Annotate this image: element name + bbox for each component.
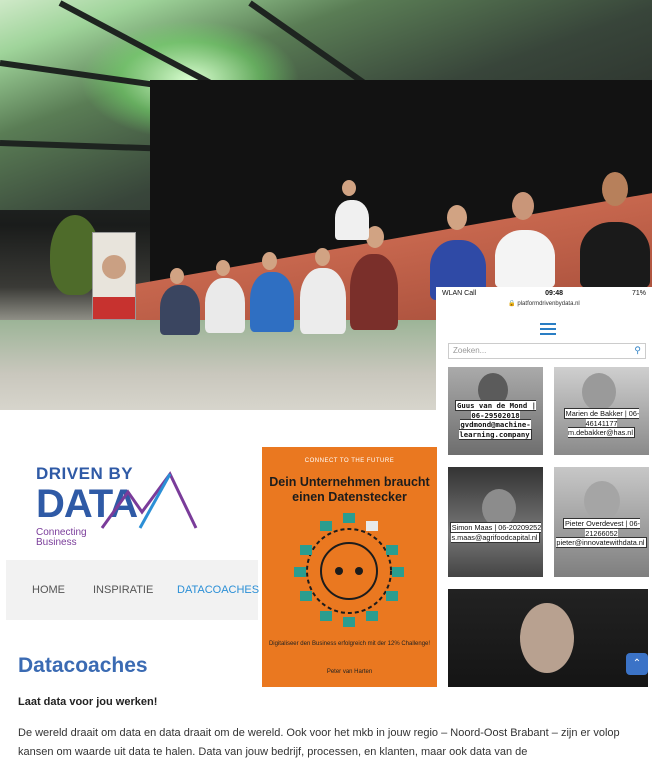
- plug-socket-icon: [294, 513, 404, 627]
- url-text: platformdrivenbydata.nl: [517, 301, 580, 307]
- lock-icon: 🔒: [508, 301, 516, 307]
- clock-label: 09:48: [545, 290, 564, 297]
- scroll-top-button[interactable]: ⌃: [626, 653, 648, 675]
- coach-card[interactable]: Marien de Bakker | 06-46141177 m.debakke…: [554, 367, 649, 455]
- nav-datacoaches[interactable]: DATACOACHES: [177, 584, 259, 596]
- hamburger-menu-icon[interactable]: [540, 323, 556, 335]
- coach-photo[interactable]: [448, 589, 648, 687]
- phone-status-bar: WLAN Call 09:48 71%: [436, 287, 652, 300]
- page-body-text: De wereld draait om data en data draait …: [18, 727, 620, 758]
- battery-label: 71%: [631, 290, 646, 297]
- coach-card[interactable]: Simon Maas | 06-20209252 s.maas@agrifood…: [448, 467, 543, 577]
- driven-by-data-logo[interactable]: DRIVEN BY DATA Connecting Business: [30, 462, 210, 552]
- book-author: Peter van Harten: [326, 669, 373, 675]
- coach-caption: Pieter Overdevest | 06-21266052 pieter@i…: [556, 518, 647, 549]
- logo-mountain-icon: [100, 471, 198, 529]
- banner-poster: [92, 232, 136, 320]
- coach-card[interactable]: Pieter Overdevest | 06-21266052 pieter@i…: [554, 467, 649, 577]
- coach-caption: Guus van de Mond | 06-29502018 gvdmond@m…: [454, 400, 537, 440]
- page-subtitle: Laat data voor jou werken!: [18, 696, 158, 708]
- logo-tagline: Connecting Business: [36, 527, 87, 548]
- book-title: Dein Unternehmen braucht einen Datenstec…: [269, 475, 430, 504]
- url-bar[interactable]: 🔒 platformdrivenbydata.nl: [436, 300, 652, 309]
- search-input[interactable]: Zoeken... ⚲: [448, 343, 646, 359]
- coach-card[interactable]: Guus van de Mond | 06-29502018 gvdmond@m…: [448, 367, 543, 455]
- book-tagline: Digitaliseer den Business erfolgreich mi…: [268, 641, 431, 647]
- book-cover[interactable]: CONNECT TO THE FUTURE Dein Unternehmen b…: [262, 447, 437, 687]
- search-placeholder: Zoeken...: [453, 346, 487, 355]
- nav-home[interactable]: HOME: [32, 584, 65, 596]
- coach-caption: Marien de Bakker | 06-46141177 m.debakke…: [563, 408, 640, 439]
- phone-screenshot: WLAN Call 09:48 71% 🔒 platformdrivenbyda…: [436, 287, 652, 687]
- carrier-label: WLAN Call: [442, 290, 477, 297]
- main-nav: HOME INSPIRATIE DATACOACHES: [6, 560, 259, 620]
- page-title: Datacoaches: [18, 654, 148, 677]
- search-icon[interactable]: ⚲: [634, 345, 641, 356]
- nav-inspiratie[interactable]: INSPIRATIE: [93, 584, 153, 596]
- book-kicker: CONNECT TO THE FUTURE: [304, 458, 395, 464]
- coach-caption: Simon Maas | 06-20209252 s.maas@agrifood…: [449, 522, 542, 543]
